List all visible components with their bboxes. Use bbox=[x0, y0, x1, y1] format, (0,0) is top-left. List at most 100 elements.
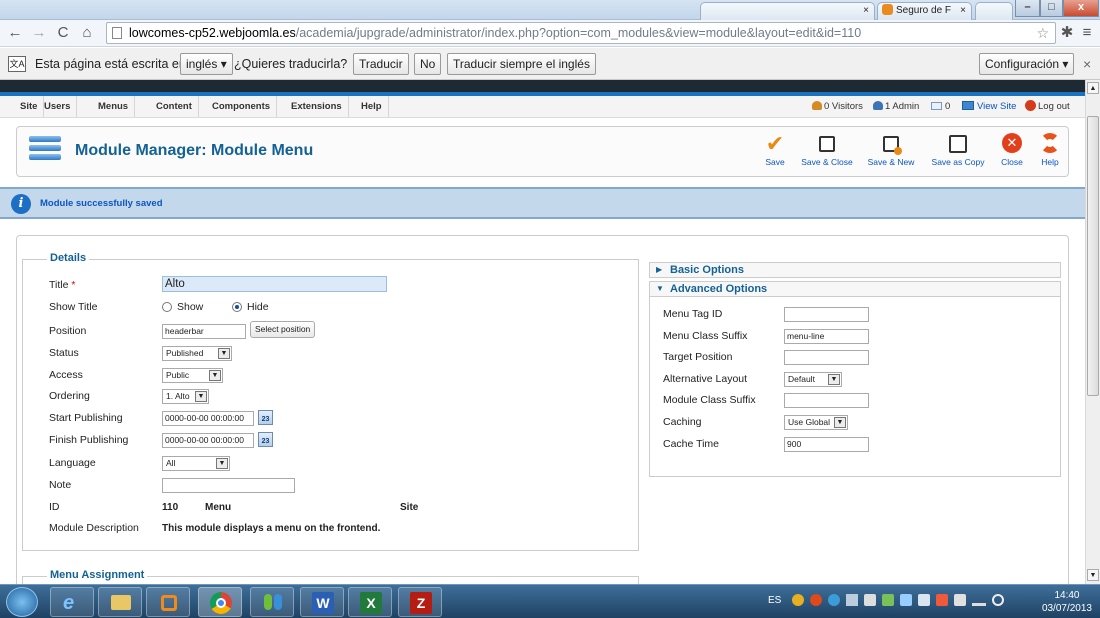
internet-explorer-icon[interactable]: e bbox=[50, 587, 94, 617]
menu-menus[interactable]: Menus bbox=[92, 96, 136, 117]
close-button[interactable]: ✕ Close bbox=[996, 133, 1028, 175]
start-button[interactable] bbox=[6, 587, 38, 617]
module-class-suffix-input[interactable] bbox=[784, 393, 869, 408]
tab-close-icon[interactable]: × bbox=[863, 3, 869, 19]
description-label: Module Description bbox=[49, 522, 139, 534]
dropdown-arrow-icon: ▼ bbox=[209, 370, 221, 381]
finish-publishing-input[interactable]: 0000-00-00 00:00:00 bbox=[162, 433, 254, 448]
logout-link[interactable]: Log out bbox=[1025, 96, 1070, 117]
language-indicator[interactable]: ES bbox=[768, 595, 781, 606]
url-path: /academia/jupgrade/administrator/index.p… bbox=[295, 26, 862, 40]
view-site-link[interactable]: View Site bbox=[962, 96, 1016, 117]
menu-components[interactable]: Components bbox=[206, 96, 278, 117]
extension-icon[interactable]: ✱ bbox=[1058, 23, 1076, 43]
start-publishing-input[interactable]: 0000-00-00 00:00:00 bbox=[162, 411, 254, 426]
back-arrow-icon[interactable]: ← bbox=[6, 23, 24, 43]
window-close-button[interactable]: x bbox=[1063, 0, 1099, 17]
menu-tag-id-label: Menu Tag ID bbox=[663, 308, 723, 320]
messenger-icon[interactable] bbox=[250, 587, 294, 617]
address-bar[interactable]: lowcomes-cp52.webjoomla.es/academia/jupg… bbox=[106, 22, 1056, 44]
translate-button[interactable]: Traducir bbox=[353, 53, 409, 75]
module-client: Site bbox=[400, 502, 419, 513]
menu-extensions[interactable]: Extensions bbox=[285, 96, 349, 117]
advanced-options-toggle[interactable]: ▼ Advanced Options bbox=[649, 281, 1061, 297]
mail-icon bbox=[931, 102, 942, 110]
status-label: Status bbox=[49, 347, 79, 359]
system-message: i Module successfully saved bbox=[0, 187, 1085, 219]
browser-tab-previous[interactable]: × bbox=[700, 2, 875, 20]
reload-icon[interactable]: C bbox=[54, 23, 72, 43]
ordering-select[interactable]: 1. Alto ▼ bbox=[162, 389, 209, 404]
chrome-menu-icon[interactable]: ≡ bbox=[1078, 23, 1096, 43]
menu-users[interactable]: Users bbox=[38, 96, 78, 117]
new-tab-button[interactable] bbox=[975, 2, 1013, 20]
floppy-new-icon bbox=[863, 133, 919, 155]
status-select[interactable]: Published ▼ bbox=[162, 346, 232, 361]
always-translate-button[interactable]: Traducir siempre el inglés bbox=[447, 53, 596, 75]
home-icon[interactable]: ⌂ bbox=[78, 23, 96, 43]
edit-form: Details Title * Alto Show Title Show Hid… bbox=[16, 235, 1069, 606]
caching-select[interactable]: Use Global ▼ bbox=[784, 415, 848, 430]
tab-close-icon[interactable]: × bbox=[960, 3, 966, 19]
translate-settings-button[interactable]: Configuración ▾ bbox=[979, 53, 1075, 75]
menu-help[interactable]: Help bbox=[355, 96, 389, 117]
language-select[interactable]: inglés ▾ bbox=[180, 53, 233, 75]
scrollbar-thumb[interactable] bbox=[1087, 116, 1099, 396]
taskbar-clock[interactable]: 14:40 03/07/2013 bbox=[1042, 589, 1092, 615]
forward-arrow-icon[interactable]: → bbox=[30, 23, 48, 43]
description-value: This module displays a menu on the front… bbox=[162, 523, 381, 534]
toolbar-box: Module Manager: Module Menu ✔ Save Save … bbox=[16, 126, 1069, 177]
module-manager-icon bbox=[29, 136, 61, 164]
status-messages[interactable]: 0 bbox=[931, 96, 950, 117]
cache-time-input[interactable]: 900 bbox=[784, 437, 869, 452]
position-input[interactable]: headerbar bbox=[162, 324, 246, 339]
menu-class-suffix-label: Menu Class Suffix bbox=[663, 330, 748, 342]
save-as-copy-button[interactable]: Save as Copy bbox=[925, 133, 991, 175]
menu-class-suffix-input[interactable]: menu-line bbox=[784, 329, 869, 344]
alternative-layout-select[interactable]: Default ▼ bbox=[784, 372, 842, 387]
window-maximize-button[interactable]: □ bbox=[1040, 0, 1063, 17]
scroll-up-arrow[interactable]: ▲ bbox=[1087, 82, 1099, 94]
menu-content[interactable]: Content bbox=[150, 96, 199, 117]
title-input[interactable]: Alto bbox=[162, 276, 387, 292]
help-lifebuoy-icon bbox=[1035, 133, 1065, 155]
select-position-button[interactable]: Select position bbox=[250, 321, 316, 338]
basic-options-toggle[interactable]: ▶ Basic Options bbox=[649, 262, 1061, 278]
show-title-radio-hide[interactable] bbox=[232, 302, 242, 312]
calendar-icon[interactable]: 23 bbox=[258, 432, 273, 447]
target-position-input[interactable] bbox=[784, 350, 869, 365]
show-title-radio-show[interactable] bbox=[162, 302, 172, 312]
language-select[interactable]: All ▼ bbox=[162, 456, 230, 471]
help-button[interactable]: Help bbox=[1035, 133, 1065, 175]
clock-time: 14:40 bbox=[1054, 590, 1080, 601]
vertical-scrollbar[interactable]: ▲ ▼ bbox=[1085, 80, 1100, 584]
word-icon[interactable]: W bbox=[300, 587, 344, 617]
position-label: Position bbox=[49, 325, 87, 337]
media-player-icon[interactable] bbox=[146, 587, 190, 617]
chrome-icon[interactable] bbox=[198, 587, 242, 617]
bookmark-star-icon[interactable]: ☆ bbox=[1036, 23, 1049, 43]
collapsed-triangle-icon: ▶ bbox=[656, 265, 663, 274]
file-explorer-icon[interactable] bbox=[98, 587, 142, 617]
start-publishing-label: Start Publishing bbox=[49, 412, 123, 424]
dropdown-arrow-icon: ▼ bbox=[195, 391, 207, 402]
target-position-label: Target Position bbox=[663, 351, 733, 363]
calendar-icon[interactable]: 23 bbox=[258, 410, 273, 425]
save-new-button[interactable]: Save & New bbox=[863, 133, 919, 175]
note-input[interactable] bbox=[162, 478, 295, 493]
finish-publishing-label: Finish Publishing bbox=[49, 434, 129, 446]
no-translate-button[interactable]: No bbox=[414, 53, 442, 75]
scroll-down-arrow[interactable]: ▼ bbox=[1087, 569, 1099, 581]
system-tray-icons[interactable] bbox=[792, 594, 1022, 610]
menu-tag-id-input[interactable] bbox=[784, 307, 869, 322]
excel-icon[interactable]: X bbox=[348, 587, 392, 617]
browser-tab-active[interactable]: Seguro de F × bbox=[877, 2, 972, 20]
infobar-close-icon[interactable]: × bbox=[1083, 48, 1091, 80]
access-select[interactable]: Public ▼ bbox=[162, 368, 223, 383]
save-close-button[interactable]: Save & Close bbox=[797, 133, 857, 175]
checkmark-icon: ✔ bbox=[765, 131, 785, 156]
save-button[interactable]: ✔ Save bbox=[755, 133, 795, 175]
users-icon bbox=[812, 101, 822, 110]
window-minimize-button[interactable]: – bbox=[1015, 0, 1040, 17]
filezilla-icon[interactable]: Z bbox=[398, 587, 442, 617]
